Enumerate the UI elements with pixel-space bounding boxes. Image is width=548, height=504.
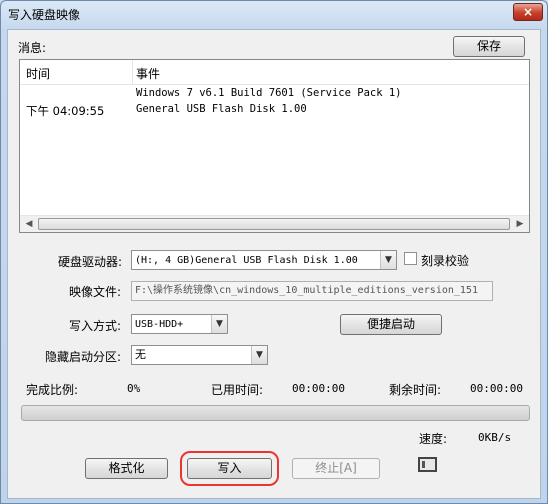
row-event: General USB Flash Disk 1.00 [136,103,307,115]
stop-button[interactable]: 终止[A] [292,458,380,479]
drive-select-value: (H:, 4 GB)General USB Flash Disk 1.00 [135,255,358,266]
list-item[interactable]: Windows 7 v6.1 Build 7601 (Service Pack … [20,86,529,102]
speed-label: 速度: [419,432,448,446]
write-button[interactable]: 写入 [180,451,279,486]
settings-icon[interactable] [416,454,442,476]
hidden-partition-value: 无 [135,348,146,361]
progress-bar [21,405,530,421]
list-item[interactable]: 下午 04:09:55 General USB Flash Disk 1.00 [20,102,529,118]
write-disk-image-window: 写入硬盘映像 × 消息: 保存 时间 事件 Windows 7 v6.1 Bui… [0,0,548,504]
save-button[interactable]: 保存 [453,36,525,57]
row-event: Windows 7 v6.1 Build 7601 (Service Pack … [136,87,402,99]
image-file-field[interactable]: F:\操作系统镜像\cn_windows_10_multiple_edition… [131,281,493,301]
elapsed-value: 00:00:00 [292,382,345,395]
verify-checkbox[interactable] [404,252,417,265]
write-mode-label: 写入方式: [69,319,122,333]
chevron-down-icon[interactable]: ▼ [380,251,396,269]
verify-label[interactable]: 刻录校验 [421,252,469,269]
close-icon: × [522,5,534,19]
drive-label: 硬盘驱动器: [58,255,123,269]
image-file-label: 映像文件: [69,285,122,299]
column-time[interactable]: 时间 [26,65,50,82]
message-rows: Windows 7 v6.1 Build 7601 (Service Pack … [20,86,529,118]
quick-boot-button[interactable]: 便捷启动 [340,314,442,335]
message-list[interactable]: 时间 事件 Windows 7 v6.1 Build 7601 (Service… [19,59,530,233]
scroll-right-icon[interactable]: ▶ [512,217,528,231]
row-time: 下午 04:09:55 [26,104,105,118]
scroll-left-icon[interactable]: ◀ [21,217,37,231]
progress-label: 完成比例: [26,383,79,397]
messages-label: 消息: [18,41,47,55]
horizontal-scrollbar[interactable]: ◀ ▶ [20,215,529,232]
format-button[interactable]: 格式化 [85,458,168,479]
drive-select[interactable]: (H:, 4 GB)General USB Flash Disk 1.00 ▼ [131,250,397,270]
title-bar[interactable]: 写入硬盘映像 × [1,1,547,27]
write-mode-value: USB-HDD+ [135,319,184,330]
speed-value: 0KB/s [478,431,512,444]
remaining-value: 00:00:00 [470,382,523,395]
remaining-label: 剩余时间: [389,383,442,397]
hidden-partition-select[interactable]: 无 ▼ [131,345,268,365]
column-separator[interactable] [132,60,133,84]
column-event[interactable]: 事件 [136,65,160,82]
write-mode-select[interactable]: USB-HDD+ ▼ [131,314,228,334]
scrollbar-thumb[interactable] [38,218,510,230]
hidden-partition-label: 隐藏启动分区: [45,350,122,364]
dialog-client: 消息: 保存 时间 事件 Windows 7 v6.1 Build 7601 (… [7,29,541,499]
close-button[interactable]: × [513,3,543,21]
list-header: 时间 事件 [20,60,529,85]
chevron-down-icon[interactable]: ▼ [251,346,267,364]
elapsed-label: 已用时间: [211,383,264,397]
window-title: 写入硬盘映像 [8,8,81,22]
chevron-down-icon[interactable]: ▼ [211,315,227,333]
progress-value: 0% [127,382,141,395]
